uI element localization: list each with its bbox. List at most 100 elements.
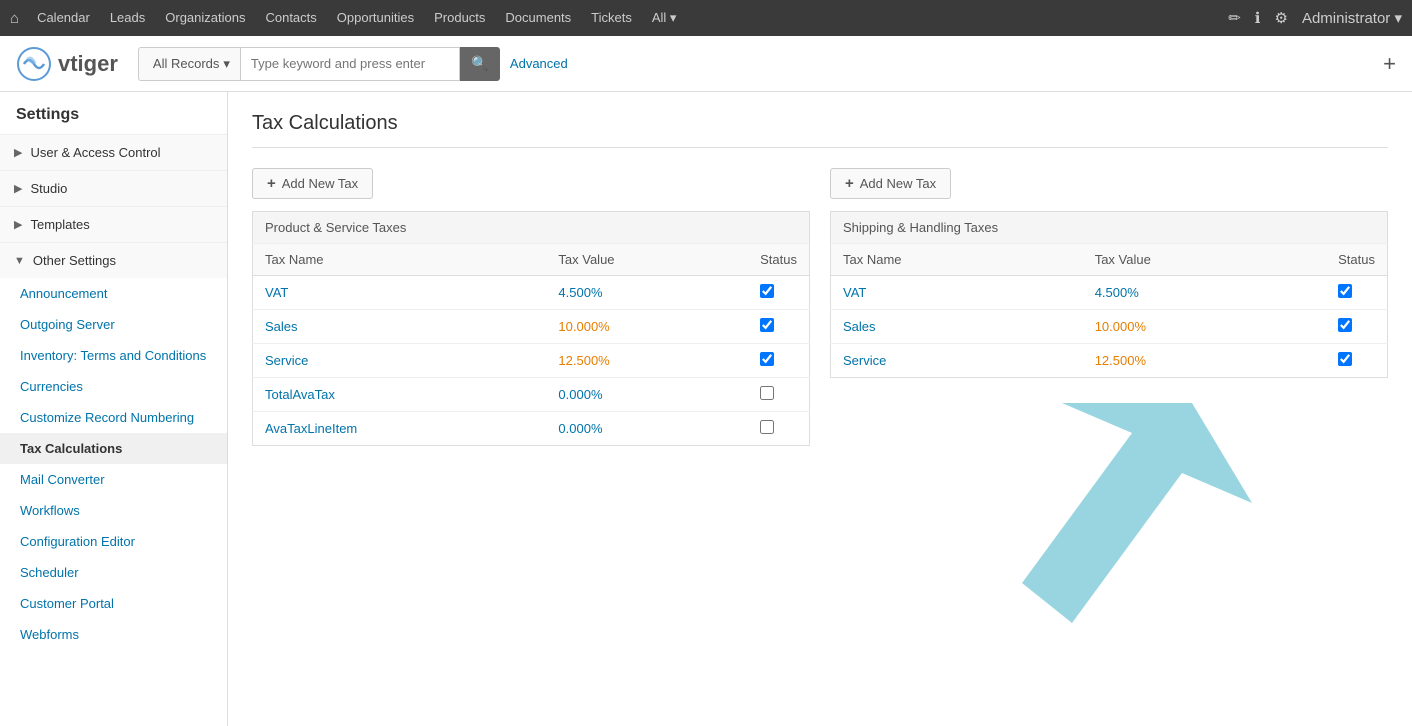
- settings-icon[interactable]: ⚙: [1274, 9, 1287, 27]
- product-col-name: Tax Name: [253, 244, 547, 276]
- sidebar-section-templates: ▶ Templates: [0, 206, 227, 242]
- nav-all[interactable]: All ▾: [642, 0, 687, 36]
- tax-status-avatax[interactable]: [760, 420, 774, 434]
- shipping-tax-name-vat[interactable]: VAT: [843, 285, 866, 300]
- nav-opportunities[interactable]: Opportunities: [327, 0, 424, 36]
- add-product-tax-label: Add New Tax: [282, 176, 358, 191]
- shipping-tax-name-sales[interactable]: Sales: [843, 319, 876, 334]
- sidebar-item-outgoing-server[interactable]: Outgoing Server: [0, 309, 227, 340]
- records-dropdown[interactable]: All Records ▾: [138, 47, 240, 81]
- shipping-tax-status-vat[interactable]: [1338, 284, 1352, 298]
- sidebar-section-user-access: ▶ User & Access Control: [0, 134, 227, 170]
- sidebar-item-customer-portal[interactable]: Customer Portal: [0, 588, 227, 619]
- tax-status-sales[interactable]: [760, 318, 774, 332]
- sidebar-item-currencies[interactable]: Currencies: [0, 371, 227, 402]
- search-icon: 🔍: [471, 55, 488, 72]
- sidebar-section-header-user-access[interactable]: ▶ User & Access Control: [0, 135, 227, 170]
- product-tax-table: Product & Service Taxes Tax Name Tax Val…: [252, 211, 810, 446]
- add-new-button[interactable]: +: [1383, 51, 1396, 77]
- nav-calendar[interactable]: Calendar: [27, 0, 100, 36]
- nav-organizations[interactable]: Organizations: [155, 0, 255, 36]
- tax-value-sales: 10.000%: [558, 319, 609, 334]
- search-area: All Records ▾ 🔍 Advanced: [138, 47, 568, 81]
- info-icon[interactable]: ℹ: [1255, 9, 1261, 27]
- add-shipping-tax-button[interactable]: + Add New Tax: [830, 168, 951, 199]
- top-nav-right: ✏ ℹ ⚙ Administrator ▾: [1228, 9, 1402, 27]
- tax-value-service: 12.500%: [558, 353, 609, 368]
- advanced-link[interactable]: Advanced: [510, 56, 568, 71]
- shipping-col-value: Tax Value: [1083, 244, 1326, 276]
- tax-status-vat[interactable]: [760, 284, 774, 298]
- shipping-tax-section-title: Shipping & Handling Taxes: [831, 212, 1388, 244]
- shipping-tax-status-service[interactable]: [1338, 352, 1352, 366]
- table-row: Sales 10.000%: [831, 310, 1388, 344]
- nav-tickets[interactable]: Tickets: [581, 0, 642, 36]
- arrow-icon: ▶: [14, 146, 22, 159]
- tax-name-service[interactable]: Service: [265, 353, 308, 368]
- home-icon[interactable]: ⌂: [10, 10, 19, 27]
- admin-label[interactable]: Administrator ▾: [1302, 9, 1402, 27]
- logo-text: vtiger: [58, 51, 118, 77]
- sidebar-section-header-other-settings[interactable]: ▼ Other Settings: [0, 243, 227, 278]
- shipping-col-status: Status: [1326, 244, 1387, 276]
- sidebar-item-scheduler[interactable]: Scheduler: [0, 557, 227, 588]
- sidebar-item-inventory-terms[interactable]: Inventory: Terms and Conditions: [0, 340, 227, 371]
- sidebar-item-announcement[interactable]: Announcement: [0, 278, 227, 309]
- tax-columns: + Add New Tax Product & Service Taxes Ta…: [252, 168, 1388, 446]
- sidebar-item-tax-calculations[interactable]: Tax Calculations: [0, 433, 227, 464]
- sidebar-section-header-studio[interactable]: ▶ Studio: [0, 171, 227, 206]
- table-row: Sales 10.000%: [253, 310, 810, 344]
- tax-name-totalava[interactable]: TotalAvaTax: [265, 387, 335, 402]
- sidebar-section-label-templates: Templates: [30, 217, 89, 232]
- nav-contacts[interactable]: Contacts: [255, 0, 326, 36]
- tax-name-avatax[interactable]: AvaTaxLineItem: [265, 421, 357, 436]
- table-row: Service 12.500%: [831, 344, 1388, 378]
- arrow-icon: ▶: [14, 218, 22, 231]
- tax-name-vat[interactable]: VAT: [265, 285, 288, 300]
- sidebar-item-configuration-editor[interactable]: Configuration Editor: [0, 526, 227, 557]
- logo: vtiger: [16, 46, 118, 82]
- dropdown-arrow: ▾: [223, 56, 230, 72]
- shipping-tax-column: + Add New Tax Shipping & Handling Taxes …: [830, 168, 1388, 446]
- sidebar-item-customize-record[interactable]: Customize Record Numbering: [0, 402, 227, 433]
- add-product-tax-button[interactable]: + Add New Tax: [252, 168, 373, 199]
- table-row: VAT 4.500%: [831, 276, 1388, 310]
- sidebar-section-header-templates[interactable]: ▶ Templates: [0, 207, 227, 242]
- shipping-tax-status-sales[interactable]: [1338, 318, 1352, 332]
- edit-icon[interactable]: ✏: [1228, 9, 1241, 27]
- table-row: VAT 4.500%: [253, 276, 810, 310]
- sidebar-item-webforms[interactable]: Webforms: [0, 619, 227, 650]
- shipping-tax-table: Shipping & Handling Taxes Tax Name Tax V…: [830, 211, 1388, 378]
- tax-status-totalava[interactable]: [760, 386, 774, 400]
- add-shipping-tax-label: Add New Tax: [860, 176, 936, 191]
- product-tax-section-title: Product & Service Taxes: [253, 212, 810, 244]
- top-navigation: ⌂ Calendar Leads Organizations Contacts …: [0, 0, 1412, 36]
- shipping-tax-value-vat: 4.500%: [1095, 285, 1139, 300]
- nav-leads[interactable]: Leads: [100, 0, 155, 36]
- sidebar-section-studio: ▶ Studio: [0, 170, 227, 206]
- sidebar-item-mail-converter[interactable]: Mail Converter: [0, 464, 227, 495]
- arrow-down-icon: ▼: [14, 255, 25, 267]
- nav-products[interactable]: Products: [424, 0, 495, 36]
- main-content: Tax Calculations + Add New Tax Product &…: [228, 92, 1412, 726]
- product-col-value: Tax Value: [546, 244, 748, 276]
- tax-value-vat: 4.500%: [558, 285, 602, 300]
- sidebar-section-other-settings: ▼ Other Settings Announcement Outgoing S…: [0, 242, 227, 650]
- tax-name-sales[interactable]: Sales: [265, 319, 298, 334]
- sidebar-section-label-studio: Studio: [30, 181, 67, 196]
- search-input[interactable]: [240, 47, 460, 81]
- tax-status-service[interactable]: [760, 352, 774, 366]
- sidebar-title: Settings: [0, 92, 227, 134]
- nav-documents[interactable]: Documents: [495, 0, 581, 36]
- sidebar-item-workflows[interactable]: Workflows: [0, 495, 227, 526]
- table-row: Service 12.500%: [253, 344, 810, 378]
- shipping-tax-value-sales: 10.000%: [1095, 319, 1146, 334]
- nav-links: Calendar Leads Organizations Contacts Op…: [27, 0, 686, 36]
- search-button[interactable]: 🔍: [460, 47, 500, 81]
- shipping-tax-value-service: 12.500%: [1095, 353, 1146, 368]
- header-bar: vtiger All Records ▾ 🔍 Advanced +: [0, 36, 1412, 92]
- plus-icon: +: [267, 175, 276, 192]
- table-row: TotalAvaTax 0.000%: [253, 378, 810, 412]
- page-layout: Settings ▶ User & Access Control ▶ Studi…: [0, 92, 1412, 726]
- shipping-tax-name-service[interactable]: Service: [843, 353, 886, 368]
